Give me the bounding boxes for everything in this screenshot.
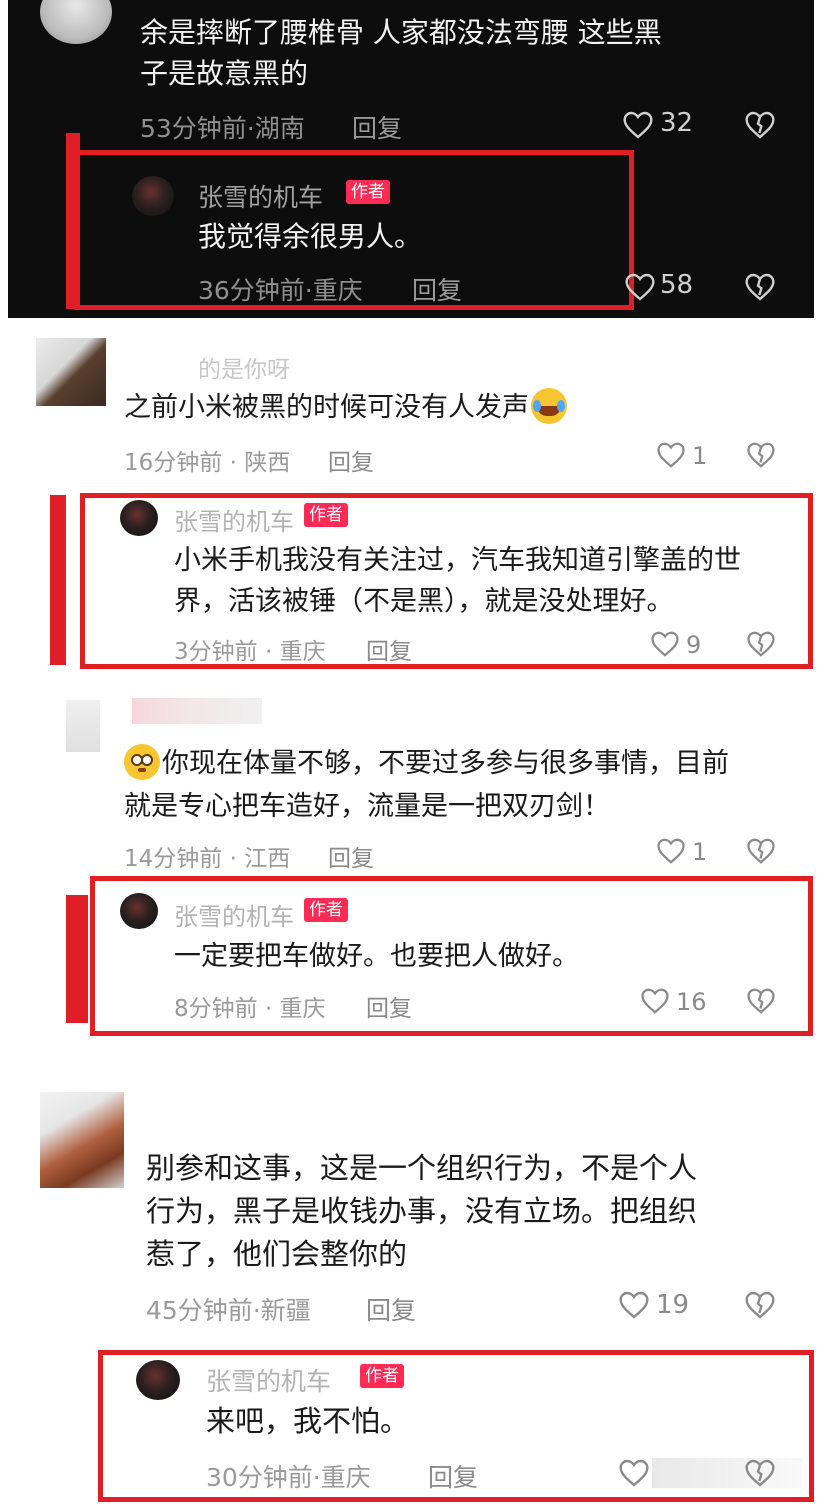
broken-heart-icon[interactable] xyxy=(744,272,776,302)
comment-text-content: 之前小米被黑的时候可没有人发声 xyxy=(124,392,529,423)
author-badge: 作者 xyxy=(304,898,348,922)
heart-outline-icon[interactable] xyxy=(618,1458,650,1488)
author-name[interactable]: 张雪的机车 xyxy=(206,1362,331,1398)
comment-text: 惹了，他们会整你的 xyxy=(146,1237,408,1271)
like-count: 32 xyxy=(660,108,694,138)
author-name[interactable]: 张雪的机车 xyxy=(174,502,294,537)
heart-outline-icon[interactable] xyxy=(618,1290,650,1320)
like-count: 58 xyxy=(660,270,694,300)
reply-time-location: 3分钟前 · 重庆 xyxy=(174,639,326,665)
reply-button[interactable]: 回复 xyxy=(366,1291,416,1327)
reply-text: 来吧，我不怕。 xyxy=(206,1404,410,1438)
comment-text: 就是专心把车造好，流量是一把双刃剑！ xyxy=(124,791,610,822)
comment-text: 之前小米被黑的时候可没有人发声 xyxy=(124,386,567,429)
author-avatar[interactable] xyxy=(120,500,158,536)
reply-time-location: 36分钟前·重庆 xyxy=(198,276,363,305)
reply-button[interactable]: 回复 xyxy=(328,443,374,477)
commenter-avatar[interactable] xyxy=(36,338,106,406)
comment-time-location: 53分钟前·湖南 xyxy=(140,114,305,143)
reply-button[interactable]: 回复 xyxy=(366,989,412,1023)
commenter-name-redacted xyxy=(132,698,262,724)
comment-time-location: 14分钟前 · 江西 xyxy=(124,846,291,872)
heart-outline-icon[interactable] xyxy=(656,837,686,865)
like-count: 16 xyxy=(676,988,707,1016)
reply-text: 一定要把车做好。也要把人做好。 xyxy=(174,941,579,972)
reply-time-location: 8分钟前 · 重庆 xyxy=(174,996,326,1022)
comment-text-content: 你现在体量不够，不要过多参与很多事情，目前 xyxy=(162,748,729,779)
watermark-overlay xyxy=(652,1458,802,1488)
comment-text: 别参和这事，这是一个组织行为，不是个人 xyxy=(146,1151,698,1185)
heart-outline-icon[interactable] xyxy=(656,441,686,469)
author-badge: 作者 xyxy=(346,180,390,204)
author-badge: 作者 xyxy=(304,503,348,527)
author-avatar[interactable] xyxy=(136,1360,180,1400)
broken-heart-icon[interactable] xyxy=(744,1290,776,1320)
author-name[interactable]: 张雪的机车 xyxy=(174,897,294,932)
reply-button[interactable]: 回复 xyxy=(328,839,374,873)
highlight-marker xyxy=(50,495,66,665)
like-count: 1 xyxy=(692,442,708,470)
reply-button[interactable]: 回复 xyxy=(366,632,412,666)
comment-time-location: 45分钟前·新疆 xyxy=(146,1296,311,1325)
heart-outline-icon[interactable] xyxy=(640,987,670,1015)
broken-heart-icon[interactable] xyxy=(746,441,776,469)
comment-time-location: 16分钟前 · 陕西 xyxy=(124,450,291,476)
reply-text: 小米手机我没有关注过，汽车我知道引擎盖的世 xyxy=(174,545,741,576)
reply-button[interactable]: 回复 xyxy=(428,1458,478,1494)
comment-text: 子是故意黑的 xyxy=(140,57,309,90)
like-count: 19 xyxy=(656,1290,690,1320)
reply-text: 界，活该被锤（不是黑），就是没处理好。 xyxy=(174,586,674,617)
like-count: 9 xyxy=(686,631,702,659)
comment-text: 你现在体量不够，不要过多参与很多事情，目前 xyxy=(124,742,729,785)
reply-button[interactable]: 回复 xyxy=(412,271,462,307)
broken-heart-icon[interactable] xyxy=(746,837,776,865)
heart-outline-icon[interactable] xyxy=(624,272,656,302)
author-name[interactable]: 张雪的机车 xyxy=(198,178,323,214)
reply-text: 我觉得余很男人。 xyxy=(198,220,423,253)
author-badge: 作者 xyxy=(360,1364,404,1388)
reply-button[interactable]: 回复 xyxy=(352,109,402,145)
broken-heart-icon[interactable] xyxy=(746,630,776,658)
heart-outline-icon[interactable] xyxy=(650,630,680,658)
commenter-avatar[interactable] xyxy=(66,700,100,752)
commenter-name[interactable]: 的是你呀 xyxy=(198,350,290,384)
author-avatar[interactable] xyxy=(132,176,174,216)
comment-text: 行为，黑子是收钱办事，没有立场。把组织 xyxy=(146,1194,698,1228)
like-count: 1 xyxy=(692,838,708,866)
broken-heart-icon[interactable] xyxy=(744,1458,776,1488)
comment-text: 余是摔断了腰椎骨 人家都没法弯腰 这些黑 xyxy=(140,16,662,49)
author-avatar[interactable] xyxy=(120,893,158,929)
broken-heart-icon[interactable] xyxy=(744,110,776,140)
reply-time-location: 30分钟前·重庆 xyxy=(206,1463,371,1492)
broken-heart-icon[interactable] xyxy=(746,987,776,1015)
flushed-emoji xyxy=(124,744,160,780)
laughing-crying-emoji xyxy=(531,388,567,424)
commenter-avatar[interactable] xyxy=(40,1092,124,1188)
highlight-marker xyxy=(66,895,88,1023)
heart-outline-icon[interactable] xyxy=(622,110,654,140)
